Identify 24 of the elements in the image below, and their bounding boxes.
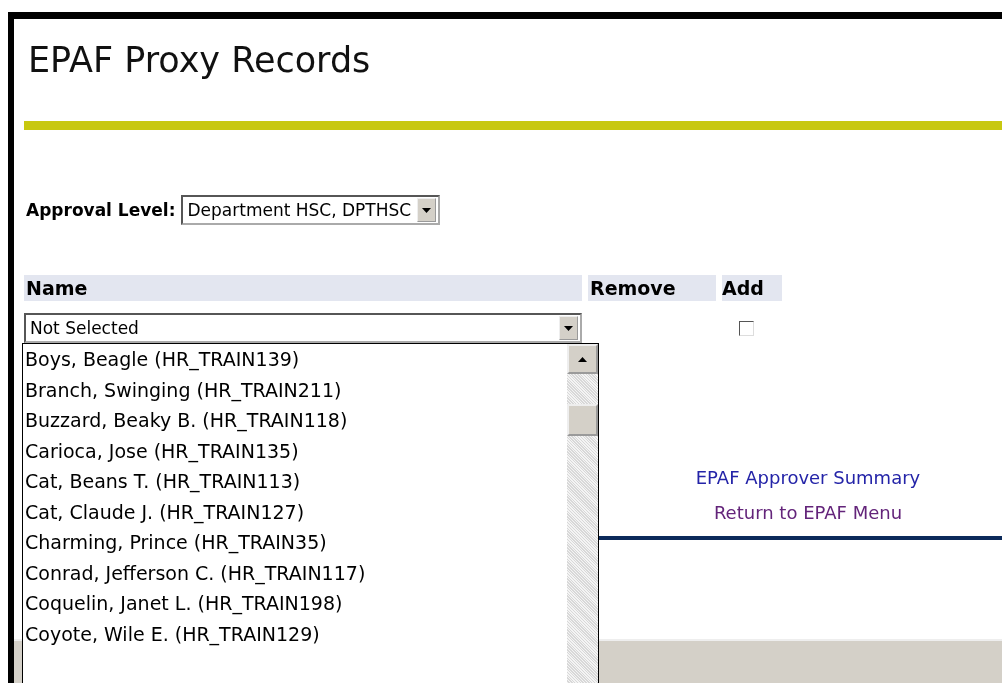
dropdown-option[interactable]: Coyote, Wile E. (HR_TRAIN129) [25, 618, 567, 649]
page-title: EPAF Proxy Records [28, 39, 372, 82]
scroll-up-arrow-icon [578, 356, 587, 362]
field-label: Approval Level: [26, 200, 176, 220]
dropdown-option[interactable]: Charming, Prince (HR_TRAIN35) [25, 527, 567, 558]
dropdown-option[interactable]: Cat, Beans T. (HR_TRAIN113) [25, 466, 567, 497]
scroll-up-button[interactable] [567, 344, 598, 374]
dropdown-option[interactable]: Carioca, Jose (HR_TRAIN135) [25, 435, 567, 466]
dropdown-option[interactable]: Boys, Beagle (HR_TRAIN139) [25, 344, 567, 375]
name-dropdown[interactable]: Not Selected [24, 313, 582, 343]
dropdown-option[interactable]: Buzzard, Beaky B. (HR_TRAIN118) [25, 405, 567, 436]
nav-link[interactable]: EPAF Approver Summary [638, 467, 978, 488]
approval-level-dropdown[interactable]: Department HSC, DPTHSC [181, 195, 441, 225]
dropdown-option[interactable]: Cat, Claude J. (HR_TRAIN127) [25, 496, 567, 527]
column-header: Add [722, 275, 782, 301]
column-header: Name [24, 275, 582, 301]
add-checkbox[interactable] [738, 320, 754, 336]
scrollbar[interactable] [567, 344, 598, 683]
dropdown-option[interactable]: Branch, Swinging (HR_TRAIN211) [25, 374, 567, 405]
dropdown-option[interactable]: Coquelin, Janet L. (HR_TRAIN198) [25, 588, 567, 619]
scroll-thumb[interactable] [567, 404, 598, 436]
nav-link[interactable]: Return to EPAF Menu [638, 502, 978, 523]
dropdown-option[interactable]: Conrad, Jefferson C. (HR_TRAIN117) [25, 557, 567, 588]
column-header: Remove [588, 275, 716, 301]
